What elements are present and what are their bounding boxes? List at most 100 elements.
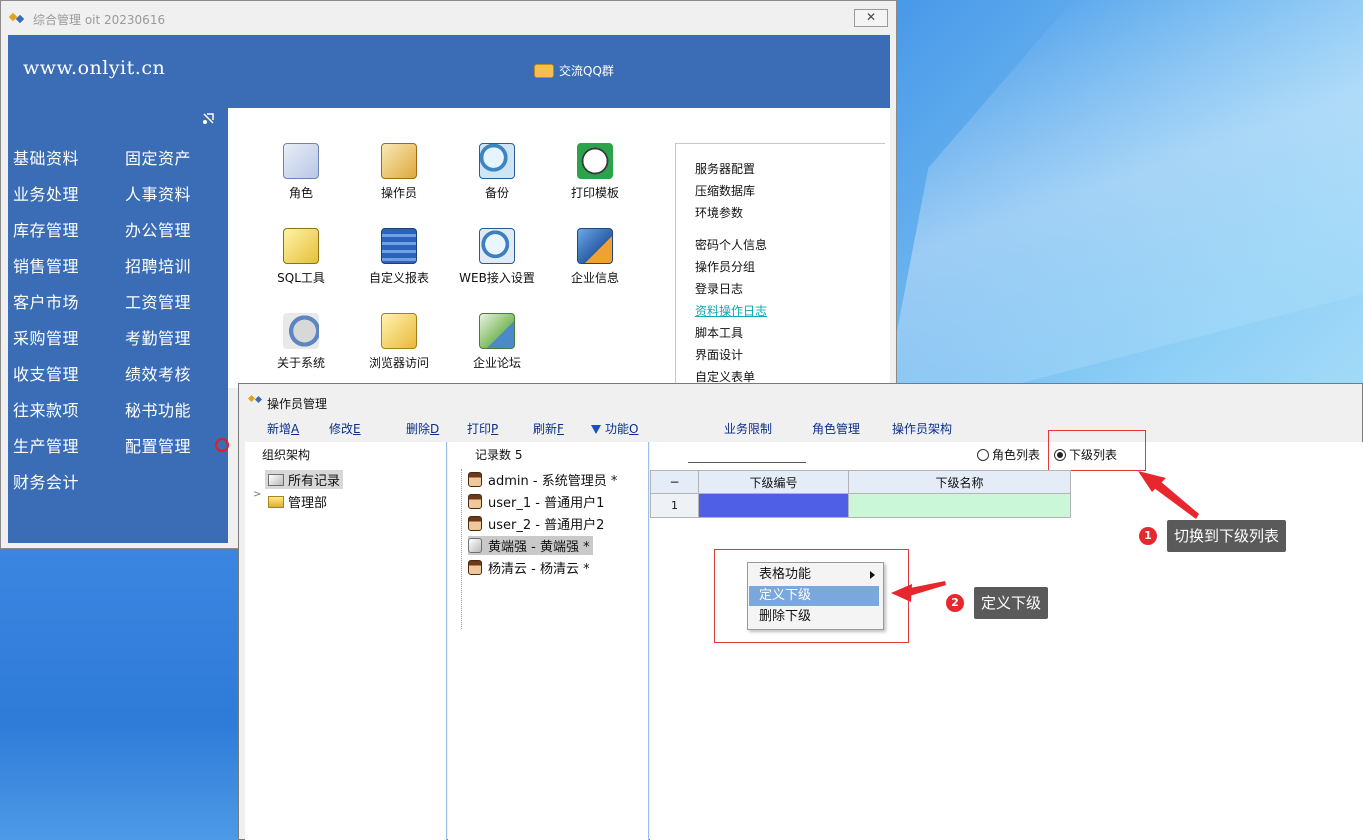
main-titlebar: 综合管理 oit 20230616 ✕ [1,1,896,34]
link-password-info[interactable]: 密码个人信息 [695,236,767,253]
link-script-tool[interactable]: 脚本工具 [695,324,743,341]
pin-icon[interactable] [201,112,217,126]
link-server-config[interactable]: 服务器配置 [695,160,755,177]
nav-item[interactable]: 考勤管理 [125,326,225,362]
tree-node-all-records[interactable]: 所有记录 [265,470,344,489]
nav-item[interactable]: 往来款项 [13,398,125,434]
nav-item[interactable]: 财务会计 [13,470,125,506]
org-panel: 组织架构 所有记录 > 管理部 [245,442,447,840]
list-item[interactable]: user_2 - 普通用户2 [468,514,604,533]
grid-corner-cell[interactable]: − [650,470,699,494]
nav-item[interactable]: 招聘培训 [125,254,225,290]
nav-item[interactable]: 库存管理 [13,218,125,254]
header-band: www.onlyit.cn 交流QQ群 [8,35,890,108]
nav-item[interactable]: 固定资产 [125,146,225,182]
nav-scroll-handle[interactable] [215,438,229,452]
close-button[interactable]: ✕ [854,9,888,27]
about-icon [283,313,319,349]
nav-item[interactable]: 销售管理 [13,254,125,290]
print-label: 打印 [467,422,492,436]
radio-label: 角色列表 [992,448,1041,462]
link-compress-db[interactable]: 压缩数据库 [695,182,755,199]
nav-item[interactable]: 办公管理 [125,218,225,254]
link-env-params[interactable]: 环境参数 [695,204,743,221]
grid-tab-underline [688,462,806,463]
tile-web-access[interactable]: WEB接入设置 [447,228,547,286]
tile-custom-report[interactable]: 自定义报表 [349,228,449,286]
refresh-button[interactable]: 刷新F [533,420,564,437]
tile-about[interactable]: 关于系统 [251,313,351,371]
tree-node-dept[interactable]: 管理部 [268,492,327,511]
edit-hotkey: E [353,422,361,436]
list-item[interactable]: 杨清云 - 杨清云 * [468,558,590,577]
qq-group-link[interactable]: 交流QQ群 [534,62,614,79]
nav-item[interactable]: 收支管理 [13,362,125,398]
delete-label: 删除 [406,422,431,436]
nav-item[interactable]: 业务处理 [13,182,125,218]
nav-item[interactable]: 秘书功能 [125,398,225,434]
nav-item[interactable]: 生产管理 [13,434,125,470]
annotation-badge-1: 1 [1139,527,1157,545]
link-ui-design[interactable]: 界面设计 [695,346,743,363]
link-data-log[interactable]: 资料操作日志 [695,302,767,319]
org-header: 组织架构 [262,448,311,462]
menu-item-delete-sub[interactable]: 删除下级 [749,607,879,627]
handshake-icon [534,63,554,78]
function-button[interactable]: 功能O [591,420,638,437]
site-url[interactable]: www.onlyit.cn [23,57,165,79]
tile-browser[interactable]: 浏览器访问 [349,313,449,371]
list-item-selected[interactable]: 黄端强 - 黄端强 * [468,536,593,555]
users-panel: 记录数 5 admin - 系统管理员 * user_1 - 普通用户1 use… [448,442,649,840]
user-avatar-icon [468,560,482,575]
custom-report-icon [381,228,417,264]
delete-button[interactable]: 删除D [406,420,439,437]
role-manage-button[interactable]: 角色管理 [812,420,860,437]
browser-icon [381,313,417,349]
edit-button[interactable]: 修改E [329,420,361,437]
grid-col-code[interactable]: 下级编号 [698,470,849,494]
menu-item-table-function[interactable]: 表格功能 [749,565,879,585]
business-limit-button[interactable]: 业务限制 [724,420,772,437]
grid-cell-code[interactable] [698,493,849,518]
nav-item[interactable]: 基础资料 [13,146,125,182]
list-item[interactable]: admin - 系统管理员 * [468,470,617,489]
operator-structure-button[interactable]: 操作员架构 [892,420,952,437]
user-avatar-icon [468,494,482,509]
tile-backup[interactable]: 备份 [447,143,547,201]
table-row: 1 [650,493,1071,518]
nav-item[interactable]: 采购管理 [13,326,125,362]
operator-titlebar: 操作员管理 [239,384,1362,412]
grid-col-name[interactable]: 下级名称 [848,470,1071,494]
forum-icon [479,313,515,349]
link-operator-group[interactable]: 操作员分组 [695,258,755,275]
print-hotkey: P [491,422,499,436]
add-button[interactable]: 新增A [267,420,299,437]
hand-pointer-icon [468,538,482,553]
nav-item[interactable]: 客户市场 [13,290,125,326]
nav-item[interactable]: 绩效考核 [125,362,225,398]
context-menu: 表格功能 定义下级 删除下级 [747,562,884,630]
tile-label: 角色 [288,186,313,200]
nav-item[interactable]: 人事资料 [125,182,225,218]
tile-forum[interactable]: 企业论坛 [447,313,547,371]
nav-item[interactable]: 配置管理 [125,434,225,470]
tile-operator[interactable]: 操作员 [349,143,449,201]
menu-item-define-sub[interactable]: 定义下级 [749,586,879,606]
tile-company-info[interactable]: 企业信息 [545,228,645,286]
annotation-callout-1: 切换到下级列表 [1167,520,1287,552]
print-button[interactable]: 打印P [467,420,498,437]
tile-role[interactable]: 角色 [251,143,351,201]
grid-row-number: 1 [650,493,699,518]
left-nav: 基础资料 固定资产 业务处理 人事资料 库存管理 办公管理 销售管理 招聘培训 … [8,108,229,543]
edit-label: 修改 [329,422,354,436]
company-info-icon [577,228,613,264]
list-item[interactable]: user_1 - 普通用户1 [468,492,604,511]
link-login-log[interactable]: 登录日志 [695,280,743,297]
nav-item[interactable]: 工资管理 [125,290,225,326]
tile-print-template[interactable]: 打印模板 [545,143,645,201]
tree-expander-icon[interactable]: > [253,489,261,500]
radio-role-list[interactable]: 角色列表 [977,446,1040,463]
grid-cell-name[interactable] [848,493,1071,518]
tile-label: 企业信息 [570,271,619,285]
tile-sql-tool[interactable]: SQL工具 [251,228,351,286]
